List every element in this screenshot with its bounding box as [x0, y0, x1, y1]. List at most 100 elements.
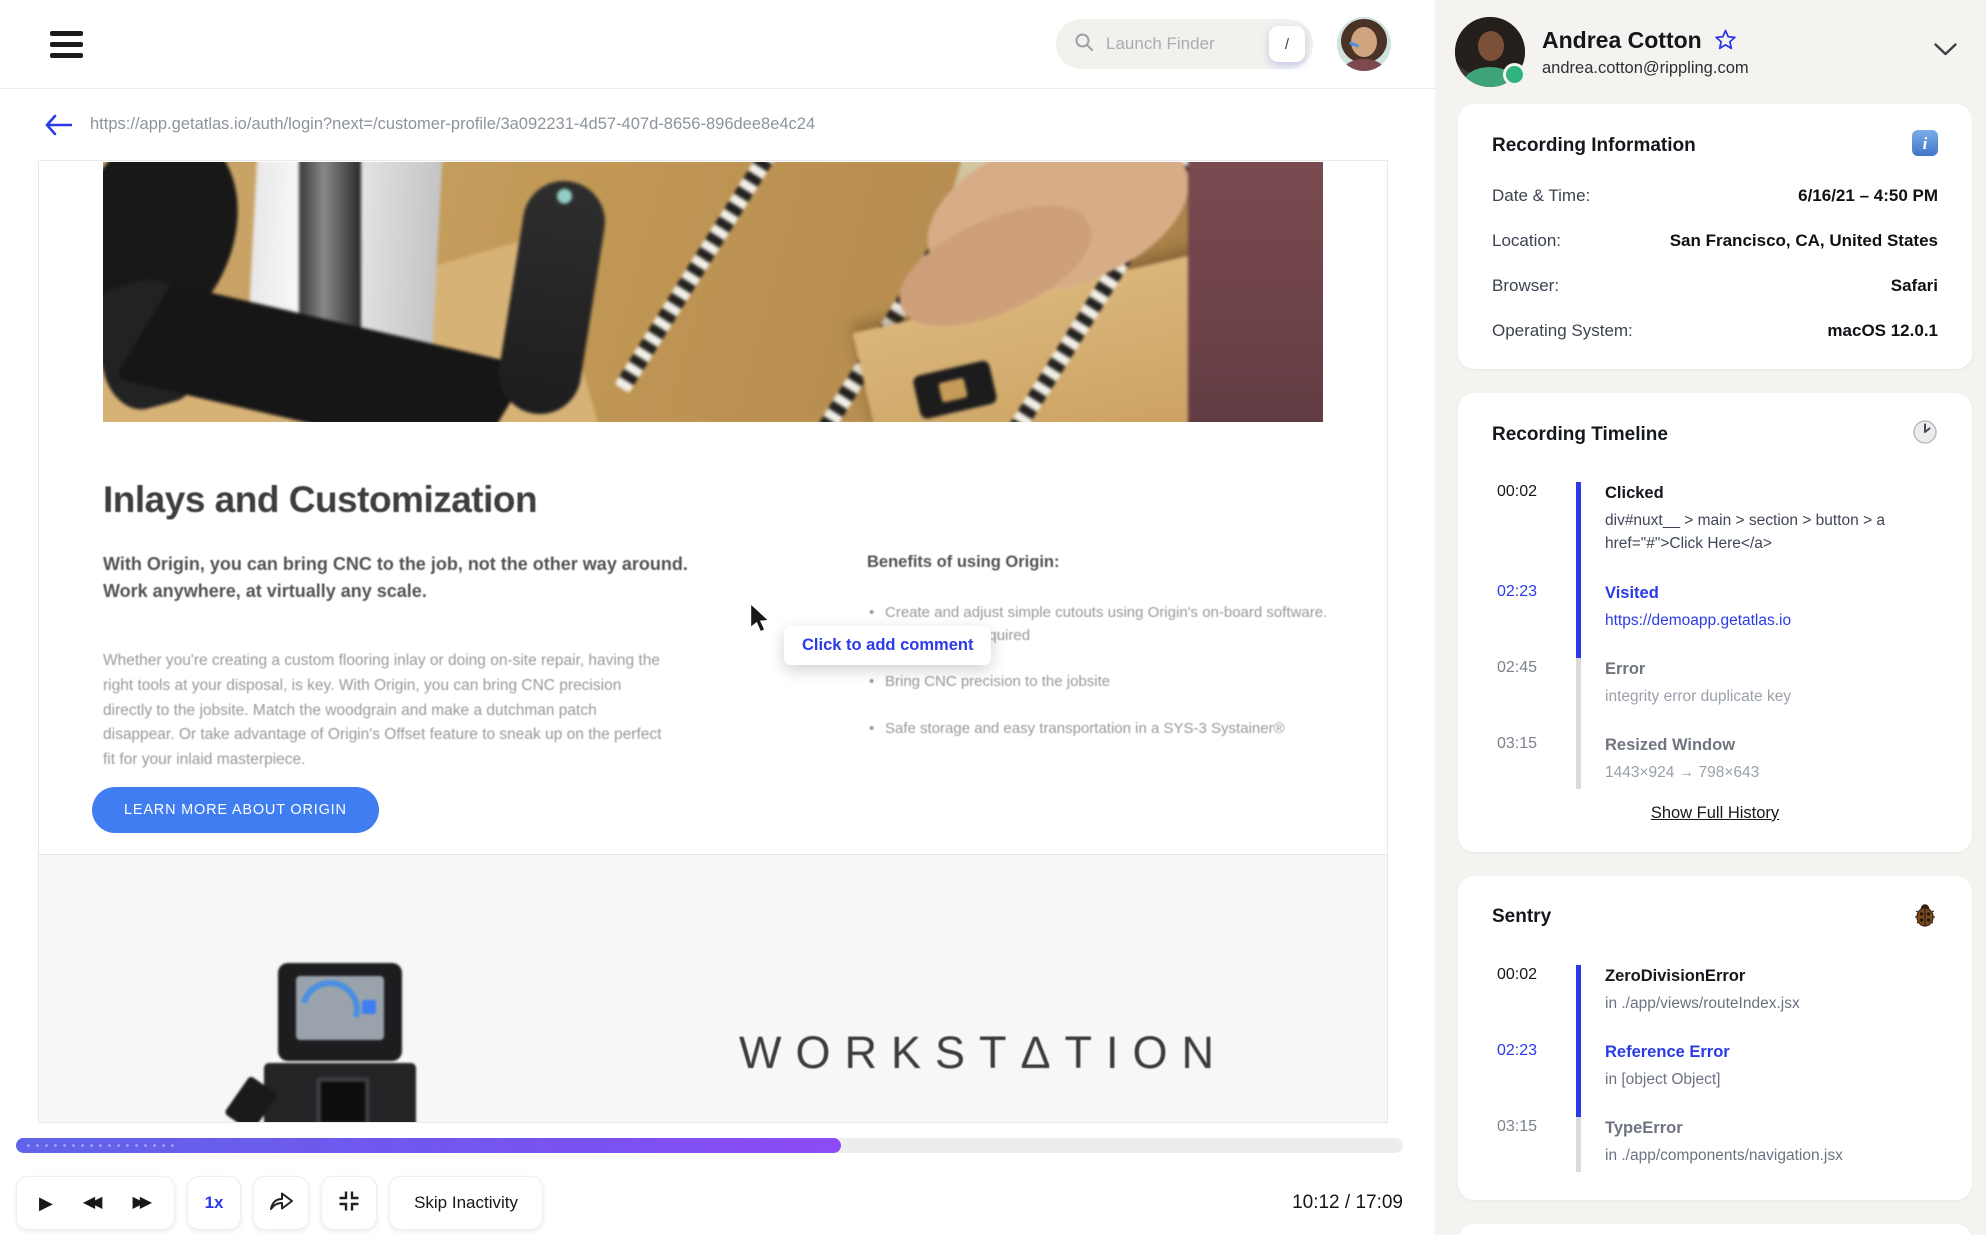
workstation-logo: WORKSTΔTION — [739, 1027, 1229, 1078]
playback-time: 10:12 / 17:09 — [1292, 1192, 1403, 1213]
star-icon[interactable] — [1713, 28, 1738, 53]
event-title: ZeroDivisionError — [1605, 966, 1746, 985]
sentry-event[interactable]: 03:15 TypeError in ./app/components/navi… — [1497, 1117, 1938, 1172]
event-title: TypeError — [1605, 1119, 1683, 1138]
timeline-event[interactable]: 03:15 Resized Window 1443×924 → 798×643 — [1497, 734, 1938, 789]
event-link[interactable]: https://demoapp.getatlas.io — [1605, 609, 1938, 632]
info-row: Operating System: macOS 12.0.1 — [1492, 321, 1938, 341]
info-value: macOS 12.0.1 — [1827, 321, 1938, 340]
replay-hero-image — [103, 162, 1323, 422]
recording-information-title: Recording Information — [1492, 134, 1696, 156]
progress-fill — [16, 1138, 842, 1153]
search-icon — [1074, 32, 1094, 57]
recording-timeline-card: Recording Timeline 00:02 Clicked div#nux… — [1458, 393, 1972, 852]
details-sidebar: Andrea Cotton andrea.cotton@rippling.com… — [1435, 0, 1986, 1235]
bug-icon — [1912, 902, 1938, 933]
info-value: Safari — [1890, 276, 1938, 295]
recorded-cursor-icon — [747, 602, 774, 640]
event-time: 03:15 — [1497, 735, 1538, 753]
profile-header: Andrea Cotton andrea.cotton@rippling.com — [1435, 0, 1986, 104]
skip-inactivity-button[interactable]: Skip Inactivity — [389, 1176, 543, 1230]
timeline-event[interactable]: 02:23 Visited https://demoapp.getatlas.i… — [1497, 581, 1938, 658]
event-title: Error — [1605, 659, 1646, 678]
event-time: 03:15 — [1497, 1118, 1538, 1136]
url-bar: https://app.getatlas.io/auth/login?next=… — [0, 89, 1435, 160]
event-time: 00:02 — [1497, 483, 1538, 500]
online-status-dot — [1503, 63, 1526, 86]
profile-email: andrea.cotton@rippling.com — [1542, 58, 1749, 77]
fast-forward-button[interactable]: ▶▶ — [132, 1195, 152, 1211]
info-value: 6/16/21 – 4:50 PM — [1798, 186, 1938, 205]
sentry-event[interactable]: 00:02 ZeroDivisionError in ./app/views/r… — [1497, 964, 1938, 1041]
recording-timeline-title: Recording Timeline — [1492, 423, 1668, 445]
skip-forward-button[interactable] — [253, 1176, 310, 1230]
playback-progress-bar[interactable] — [16, 1138, 1403, 1153]
replay-footer-section: WORKSTΔTION — [39, 854, 1387, 1122]
event-time: 02:23 — [1497, 582, 1538, 600]
session-replay-app: / https://app.getatlas.io/auth/login?nex… — [0, 0, 1986, 1235]
event-title: Visited — [1605, 583, 1659, 602]
event-time: 02:45 — [1497, 658, 1538, 676]
play-button[interactable]: ▶ — [39, 1194, 53, 1212]
user-avatar[interactable] — [1337, 17, 1391, 71]
rewind-button[interactable]: ◀◀ — [83, 1195, 103, 1211]
benefits-title: Benefits of using Origin: — [867, 553, 1060, 571]
keyboard-shortcut-badge: / — [1269, 26, 1305, 62]
playback-speed-button[interactable]: 1x — [187, 1176, 242, 1230]
sentry-event[interactable]: 02:23 Reference Error in [object Object] — [1497, 1040, 1938, 1118]
search-input[interactable] — [1104, 33, 1248, 55]
replay-stage: Inlays and Customization With Origin, yo… — [0, 160, 1435, 1235]
learn-more-button: LEARN MORE ABOUT ORIGIN — [92, 787, 379, 833]
add-comment-tooltip: Click to add comment — [784, 626, 992, 665]
info-row: Location: San Francisco, CA, United State… — [1492, 231, 1938, 251]
info-row: Browser: Safari — [1492, 276, 1938, 296]
event-detail: div#nuxt__ > main > section > button > a… — [1605, 512, 1886, 553]
info-icon: i — [1912, 130, 1938, 161]
replay-page-heading: Inlays and Customization — [103, 479, 538, 520]
sentry-title: Sentry — [1492, 906, 1552, 928]
hamburger-menu-button[interactable] — [50, 30, 83, 58]
timeline-event[interactable]: 00:02 Clicked div#nuxt__ > main > sectio… — [1497, 482, 1938, 582]
recording-information-card: Recording Information i Date & Time: 6/16… — [1458, 104, 1972, 369]
info-label: Date & Time: — [1492, 186, 1591, 205]
info-label: Browser: — [1492, 276, 1560, 295]
benefit-item: Bring CNC precision to the jobsite — [867, 671, 1347, 694]
product-image — [223, 963, 471, 1122]
profile-avatar — [1455, 17, 1526, 87]
sentry-card: Sentry 00:02 ZeroDivisionError in ./app/… — [1458, 875, 1972, 1200]
replay-viewport[interactable]: Inlays and Customization With Origin, yo… — [38, 160, 1388, 1123]
show-full-history-link[interactable]: Show Full History — [1645, 803, 1785, 824]
profile-name: Andrea Cotton — [1542, 26, 1702, 53]
playback-controls: ▶ ◀◀ ▶▶ 1x Skip Inactivity 10:12 / 17:09 — [16, 1176, 1403, 1230]
event-detail: in [object Object] — [1605, 1071, 1721, 1089]
event-detail: integrity error duplicate key — [1605, 688, 1792, 706]
event-detail: in ./app/views/routeIndex.jsx — [1605, 994, 1800, 1012]
recorded-page-url: https://app.getatlas.io/auth/login?next=… — [90, 115, 816, 133]
info-value: San Francisco, CA, United States — [1669, 231, 1938, 250]
event-detail: in ./app/components/navigation.jsx — [1605, 1147, 1843, 1165]
clock-icon — [1912, 419, 1938, 450]
event-title: Reference Error — [1605, 1042, 1730, 1061]
launch-finder-search[interactable]: / — [1056, 19, 1313, 69]
info-label: Location: — [1492, 231, 1561, 250]
collapse-view-button[interactable] — [321, 1176, 378, 1230]
replay-page-body: Whether you're creating a custom floorin… — [103, 652, 662, 769]
event-time: 02:23 — [1497, 1041, 1538, 1059]
timeline-event[interactable]: 02:45 Error integrity error duplicate ke… — [1497, 657, 1938, 735]
share-arrow-icon — [267, 1189, 295, 1218]
event-time: 00:02 — [1497, 965, 1538, 983]
info-row: Date & Time: 6/16/21 – 4:50 PM — [1492, 186, 1938, 206]
top-bar: / — [0, 0, 1435, 89]
console-card: Console — [1458, 1223, 1972, 1235]
info-label: Operating System: — [1492, 321, 1633, 340]
event-title: Resized Window — [1605, 736, 1736, 755]
transport-button-group: ▶ ◀◀ ▶▶ — [16, 1176, 176, 1230]
chevron-down-icon[interactable] — [1933, 42, 1958, 62]
main-area: / https://app.getatlas.io/auth/login?nex… — [0, 0, 1435, 1235]
back-arrow-icon[interactable] — [44, 114, 72, 136]
event-detail: 1443×924 → 798×643 — [1605, 764, 1760, 782]
benefit-item: Safe storage and easy transportation in … — [867, 718, 1347, 741]
collapse-icon — [336, 1188, 362, 1219]
svg-text:i: i — [1923, 134, 1928, 153]
event-title: Clicked — [1605, 484, 1664, 502]
